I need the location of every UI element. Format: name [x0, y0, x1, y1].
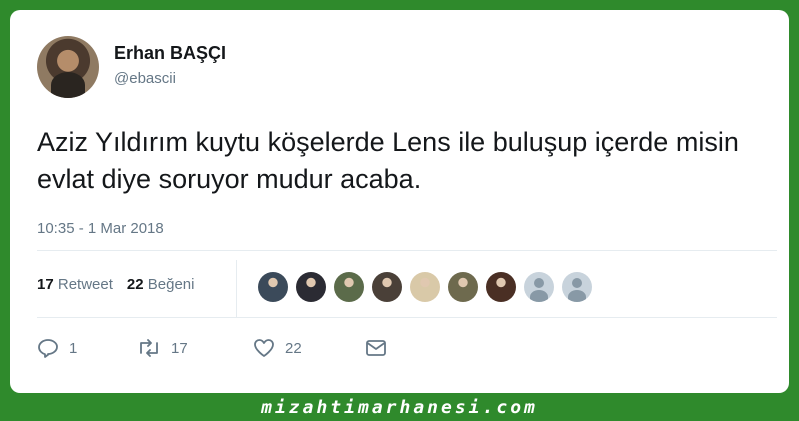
like-button[interactable]: 22 — [253, 338, 365, 358]
author-display-name[interactable]: Erhan BAŞÇI — [114, 43, 226, 64]
tweet-actions: 1 17 22 — [37, 338, 387, 358]
liker-avatar[interactable] — [258, 272, 288, 302]
liker-avatar[interactable] — [372, 272, 402, 302]
heart-icon — [254, 339, 274, 357]
like-stat[interactable]: 22 Beğeni — [127, 276, 195, 293]
liker-avatar[interactable] — [410, 272, 440, 302]
envelope-icon — [366, 340, 386, 356]
author-avatar[interactable] — [37, 36, 99, 98]
liker-avatar[interactable] — [562, 272, 592, 302]
author-handle[interactable]: @ebascii — [114, 70, 176, 87]
reply-icon — [38, 339, 58, 358]
reply-count: 1 — [69, 339, 78, 357]
liker-avatar[interactable] — [448, 272, 478, 302]
divider-top — [37, 250, 777, 251]
divider-bottom — [37, 317, 777, 318]
retweet-icon — [140, 339, 158, 357]
liker-avatar[interactable] — [486, 272, 516, 302]
like-label: Beğeni — [147, 276, 195, 293]
liker-avatars — [258, 272, 592, 302]
retweet-stat[interactable]: 17 Retweet — [37, 276, 113, 293]
tweet-card: Erhan BAŞÇI @ebascii Aziz Yıldırım kuytu… — [10, 10, 789, 393]
retweet-label: Retweet — [57, 276, 113, 293]
retweet-button[interactable]: 17 — [137, 339, 253, 357]
watermark: mizahtimarhanesi.com — [261, 397, 538, 418]
tweet-stats: 17 Retweet 22 Beğeni — [37, 276, 194, 293]
tweet-timestamp[interactable]: 10:35 - 1 Mar 2018 — [37, 220, 164, 237]
liker-avatar[interactable] — [524, 272, 554, 302]
reply-button[interactable]: 1 — [37, 338, 137, 358]
retweet-action-count: 17 — [171, 339, 188, 357]
retweet-count: 17 — [37, 276, 54, 293]
tweet-text: Aziz Yıldırım kuytu köşelerde Lens ile b… — [37, 127, 739, 194]
like-count: 22 — [126, 276, 144, 293]
direct-message-button[interactable] — [365, 339, 387, 357]
liker-avatar[interactable] — [334, 272, 364, 302]
liker-avatar[interactable] — [296, 272, 326, 302]
stats-separator — [236, 260, 237, 317]
like-action-count: 22 — [285, 339, 302, 357]
